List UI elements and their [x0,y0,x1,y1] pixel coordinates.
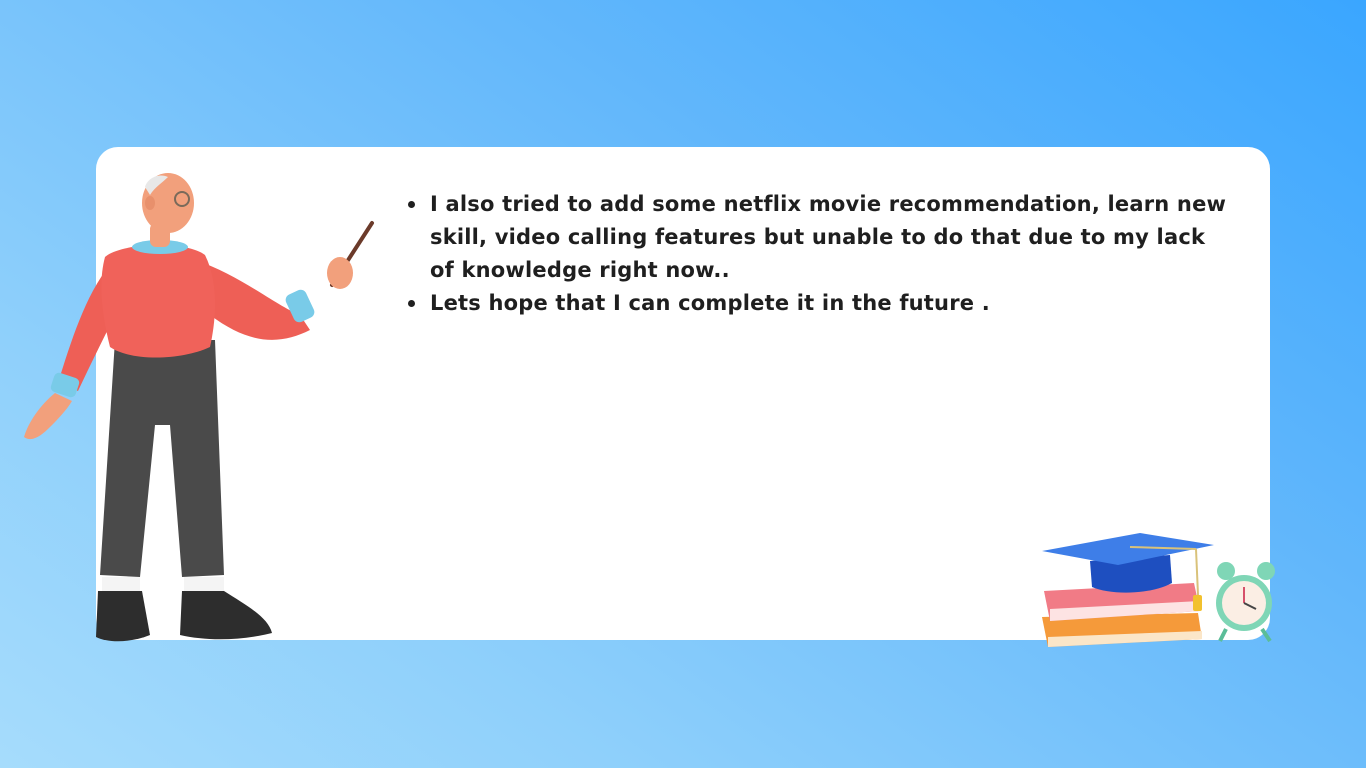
trousers [100,340,224,577]
bullet-item: I also tried to add some netflix movie r… [406,188,1230,287]
raised-hand [327,257,353,289]
bullet-text: I also tried to add some netflix movie r… [430,192,1227,282]
left-shoe [96,591,150,642]
ear [145,196,155,210]
bullet-list: I also tried to add some netflix movie r… [406,188,1230,320]
lowered-hand [24,393,72,440]
clock-bell-left [1217,562,1235,580]
bullet-dot-icon [408,300,415,307]
left-sock [102,577,140,593]
tassel-icon [1193,595,1202,611]
study-items-illustration [1042,533,1275,647]
right-shoe [180,591,272,640]
bullet-text: Lets hope that I can complete it in the … [430,291,990,315]
teacher-illustration [24,173,374,642]
clock-bell-right [1257,562,1275,580]
bullet-item: Lets hope that I can complete it in the … [406,287,1230,320]
sweater [101,245,215,358]
right-sock [184,577,224,593]
bullet-dot-icon [408,201,415,208]
